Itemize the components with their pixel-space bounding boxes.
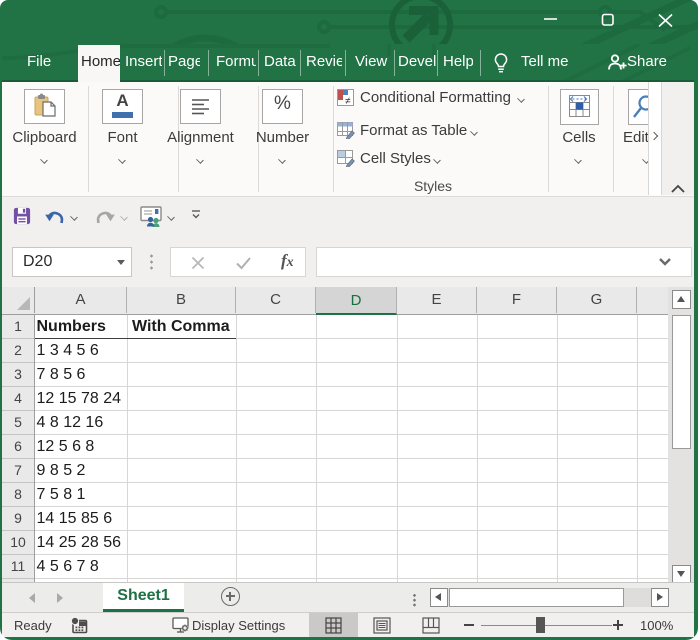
svg-text:≠: ≠ xyxy=(345,96,351,106)
